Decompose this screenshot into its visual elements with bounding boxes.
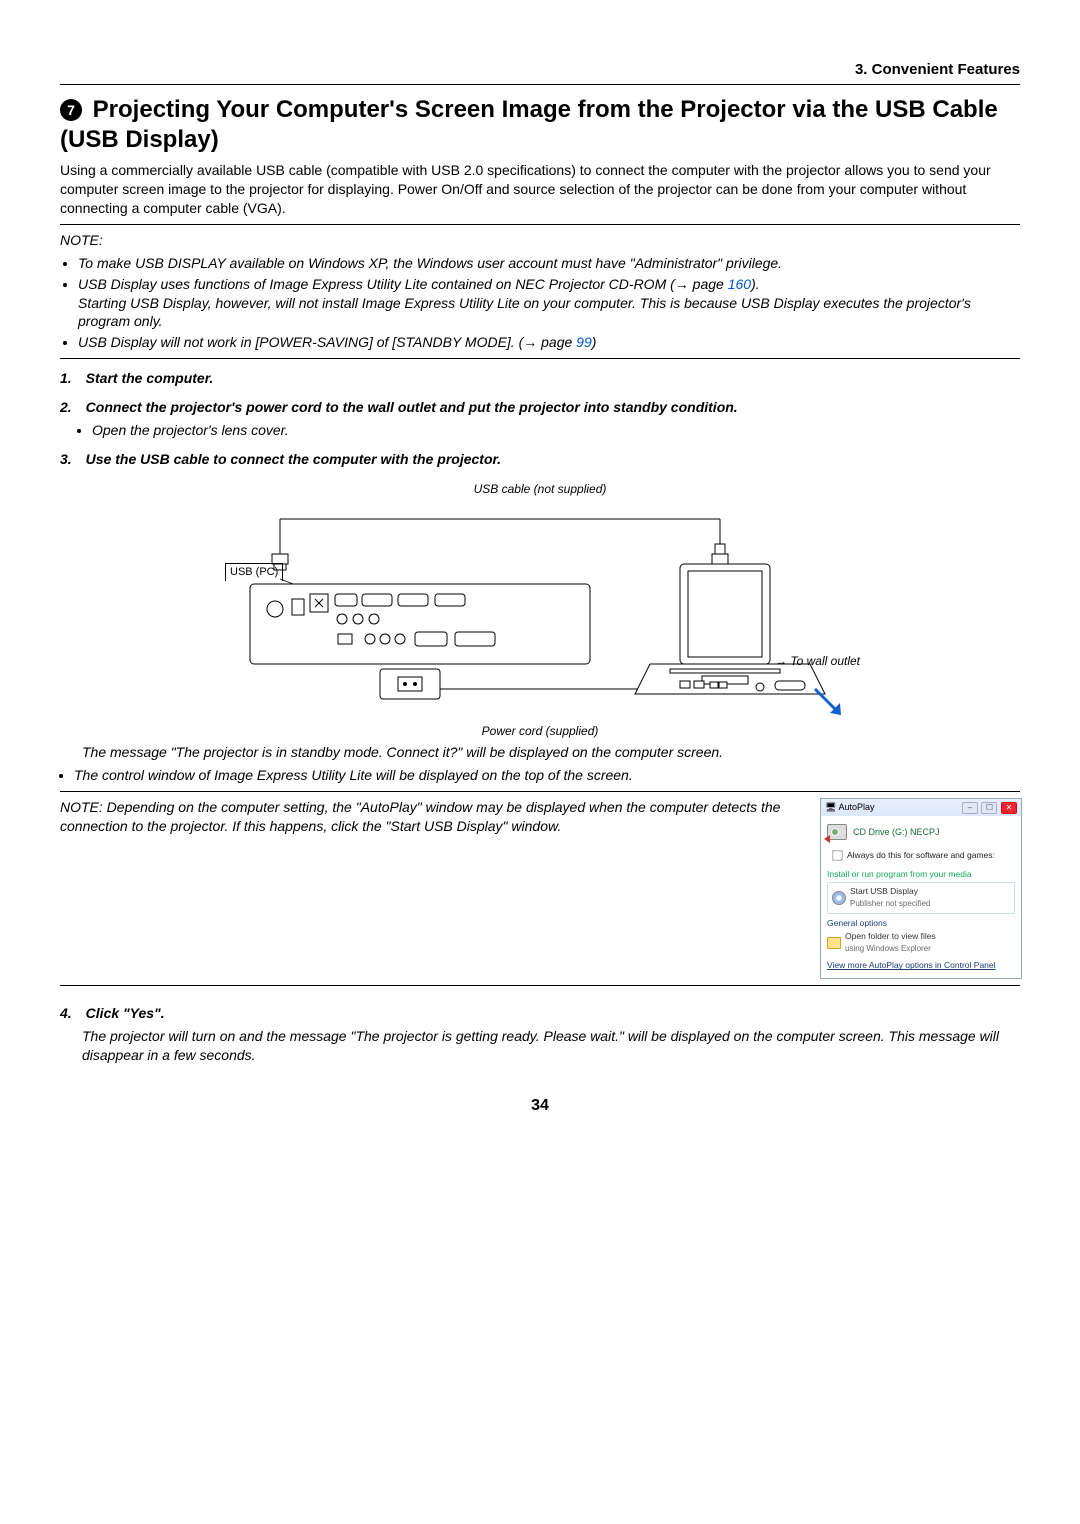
always-checkbox[interactable]: [832, 850, 842, 860]
section-number-icon: 7: [60, 99, 82, 121]
start-usb-display-option[interactable]: Start USB Display Publisher not specified: [827, 882, 1015, 913]
step-4: 4. Click "Yes".: [60, 1004, 1020, 1023]
autoplay-note-text: NOTE: Depending on the computer setting,…: [60, 798, 804, 836]
note-list: To make USB DISPLAY available on Windows…: [60, 254, 1020, 352]
option-label: Open folder to view files: [845, 931, 936, 941]
chapter-header: 3. Convenient Features: [60, 60, 1020, 80]
view-more-link[interactable]: View more AutoPlay options in Control Pa…: [827, 960, 1015, 971]
note-text: ): [592, 334, 597, 350]
folder-icon: [827, 937, 841, 949]
step-4-body: The projector will turn on and the messa…: [82, 1027, 1020, 1065]
note-text: ).: [751, 276, 760, 292]
note2-bottom-rule: [60, 985, 1020, 986]
autoplay-note-row: NOTE: Depending on the computer setting,…: [60, 798, 1020, 979]
to-wall-label: → To wall outlet: [775, 653, 860, 669]
drive-label: CD Drive (G:) NECPJ: [853, 826, 940, 838]
header-rule: [60, 84, 1020, 85]
cd-drive-icon: [827, 824, 847, 840]
maximize-icon[interactable]: ☐: [981, 802, 997, 814]
intro-paragraph: Using a commercially available USB cable…: [60, 161, 1020, 218]
step-2-sublist: Open the projector's lens cover.: [92, 421, 1020, 440]
control-window-note: The control window of Image Express Util…: [74, 766, 1020, 785]
autoplay-titlebar: 🖥 AutoPlay – ☐ ✕: [821, 799, 1021, 816]
program-icon: [832, 891, 846, 905]
option-sublabel: using Windows Explorer: [845, 944, 931, 953]
note-item: To make USB DISPLAY available on Windows…: [78, 254, 1020, 273]
install-group-label: Install or run program from your media: [827, 869, 1015, 880]
note-text: USB Display will not work in [POWER-SAVI…: [78, 334, 576, 350]
page-link[interactable]: 160: [728, 276, 751, 292]
autoplay-title: AutoPlay: [838, 802, 874, 812]
usb-cable-label: USB cable (not supplied): [220, 481, 860, 497]
connection-diagram: USB cable (not supplied) USB (PC): [220, 481, 860, 739]
note-text: USB Display uses functions of Image Expr…: [78, 276, 728, 292]
step-2: 2. Connect the projector's power cord to…: [60, 398, 1020, 417]
always-do-this-row[interactable]: Always do this for software and games:: [827, 846, 1015, 865]
option-label: Start USB Display: [850, 886, 918, 896]
after-diagram-list: The control window of Image Express Util…: [74, 766, 1020, 785]
close-icon[interactable]: ✕: [1001, 802, 1017, 814]
open-folder-option[interactable]: Open folder to view files using Windows E…: [827, 929, 1015, 956]
power-cord-label: Power cord (supplied): [220, 723, 860, 739]
always-label: Always do this for software and games:: [847, 850, 995, 860]
page-number: 34: [60, 1095, 1020, 1117]
note-bottom-rule: [60, 358, 1020, 359]
section-title-text: Projecting Your Computer's Screen Image …: [60, 96, 998, 153]
step-1: 1. Start the computer.: [60, 369, 1020, 388]
window-controls: – ☐ ✕: [961, 801, 1017, 814]
page-link[interactable]: 99: [576, 334, 592, 350]
section-title: 7 Projecting Your Computer's Screen Imag…: [60, 95, 1020, 155]
note-item: USB Display uses functions of Image Expr…: [78, 275, 1020, 332]
note-item: USB Display will not work in [POWER-SAVI…: [78, 333, 1020, 352]
drive-row: CD Drive (G:) NECPJ: [827, 824, 1015, 840]
projector-illustration: USB (PC): [220, 499, 860, 729]
note-text: Starting USB Display, however, will not …: [78, 295, 971, 330]
step-2-sub-item: Open the projector's lens cover.: [92, 421, 1020, 440]
usb-pc-label: USB (PC): [225, 563, 283, 581]
option-sublabel: Publisher not specified: [850, 899, 931, 908]
autoplay-window: 🖥 AutoPlay – ☐ ✕ CD Drive (G:) NECPJ Alw…: [820, 798, 1022, 979]
minimize-icon[interactable]: –: [962, 802, 978, 814]
step-3: 3. Use the USB cable to connect the comp…: [60, 450, 1020, 469]
general-group-label: General options: [827, 918, 1015, 929]
standby-message: The message "The projector is in standby…: [82, 743, 1020, 762]
note-label: NOTE:: [60, 231, 1020, 250]
note2-top-rule: [60, 791, 1020, 792]
note-top-rule: [60, 224, 1020, 225]
